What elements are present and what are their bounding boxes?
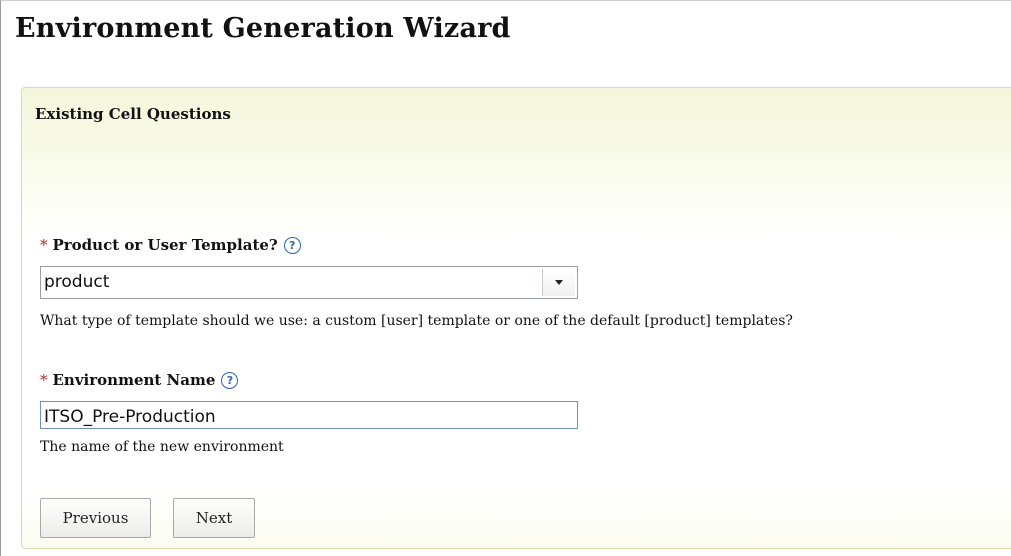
template-select-value: product: [44, 272, 110, 292]
page-title: Environment Generation Wizard: [15, 13, 511, 44]
environment-name-label-text: Environment Name: [52, 371, 216, 389]
template-label-text: Product or User Template?: [52, 236, 278, 254]
next-button[interactable]: Next: [173, 498, 255, 538]
previous-button[interactable]: Previous: [40, 498, 151, 538]
template-field-label: * Product or User Template? ?: [40, 236, 301, 254]
help-icon[interactable]: ?: [283, 236, 301, 254]
required-marker: *: [40, 371, 48, 389]
template-select[interactable]: product: [40, 266, 578, 299]
environment-name-field-label: * Environment Name ?: [40, 371, 239, 389]
help-icon[interactable]: ?: [221, 371, 239, 389]
required-marker: *: [40, 236, 48, 254]
section-heading: Existing Cell Questions: [35, 105, 231, 123]
environment-name-hint: The name of the new environment: [40, 439, 284, 455]
template-hint: What type of template should we use: a c…: [40, 313, 793, 329]
dropdown-button[interactable]: [542, 269, 575, 296]
chevron-down-icon: [555, 280, 563, 285]
environment-name-input[interactable]: [40, 401, 578, 429]
